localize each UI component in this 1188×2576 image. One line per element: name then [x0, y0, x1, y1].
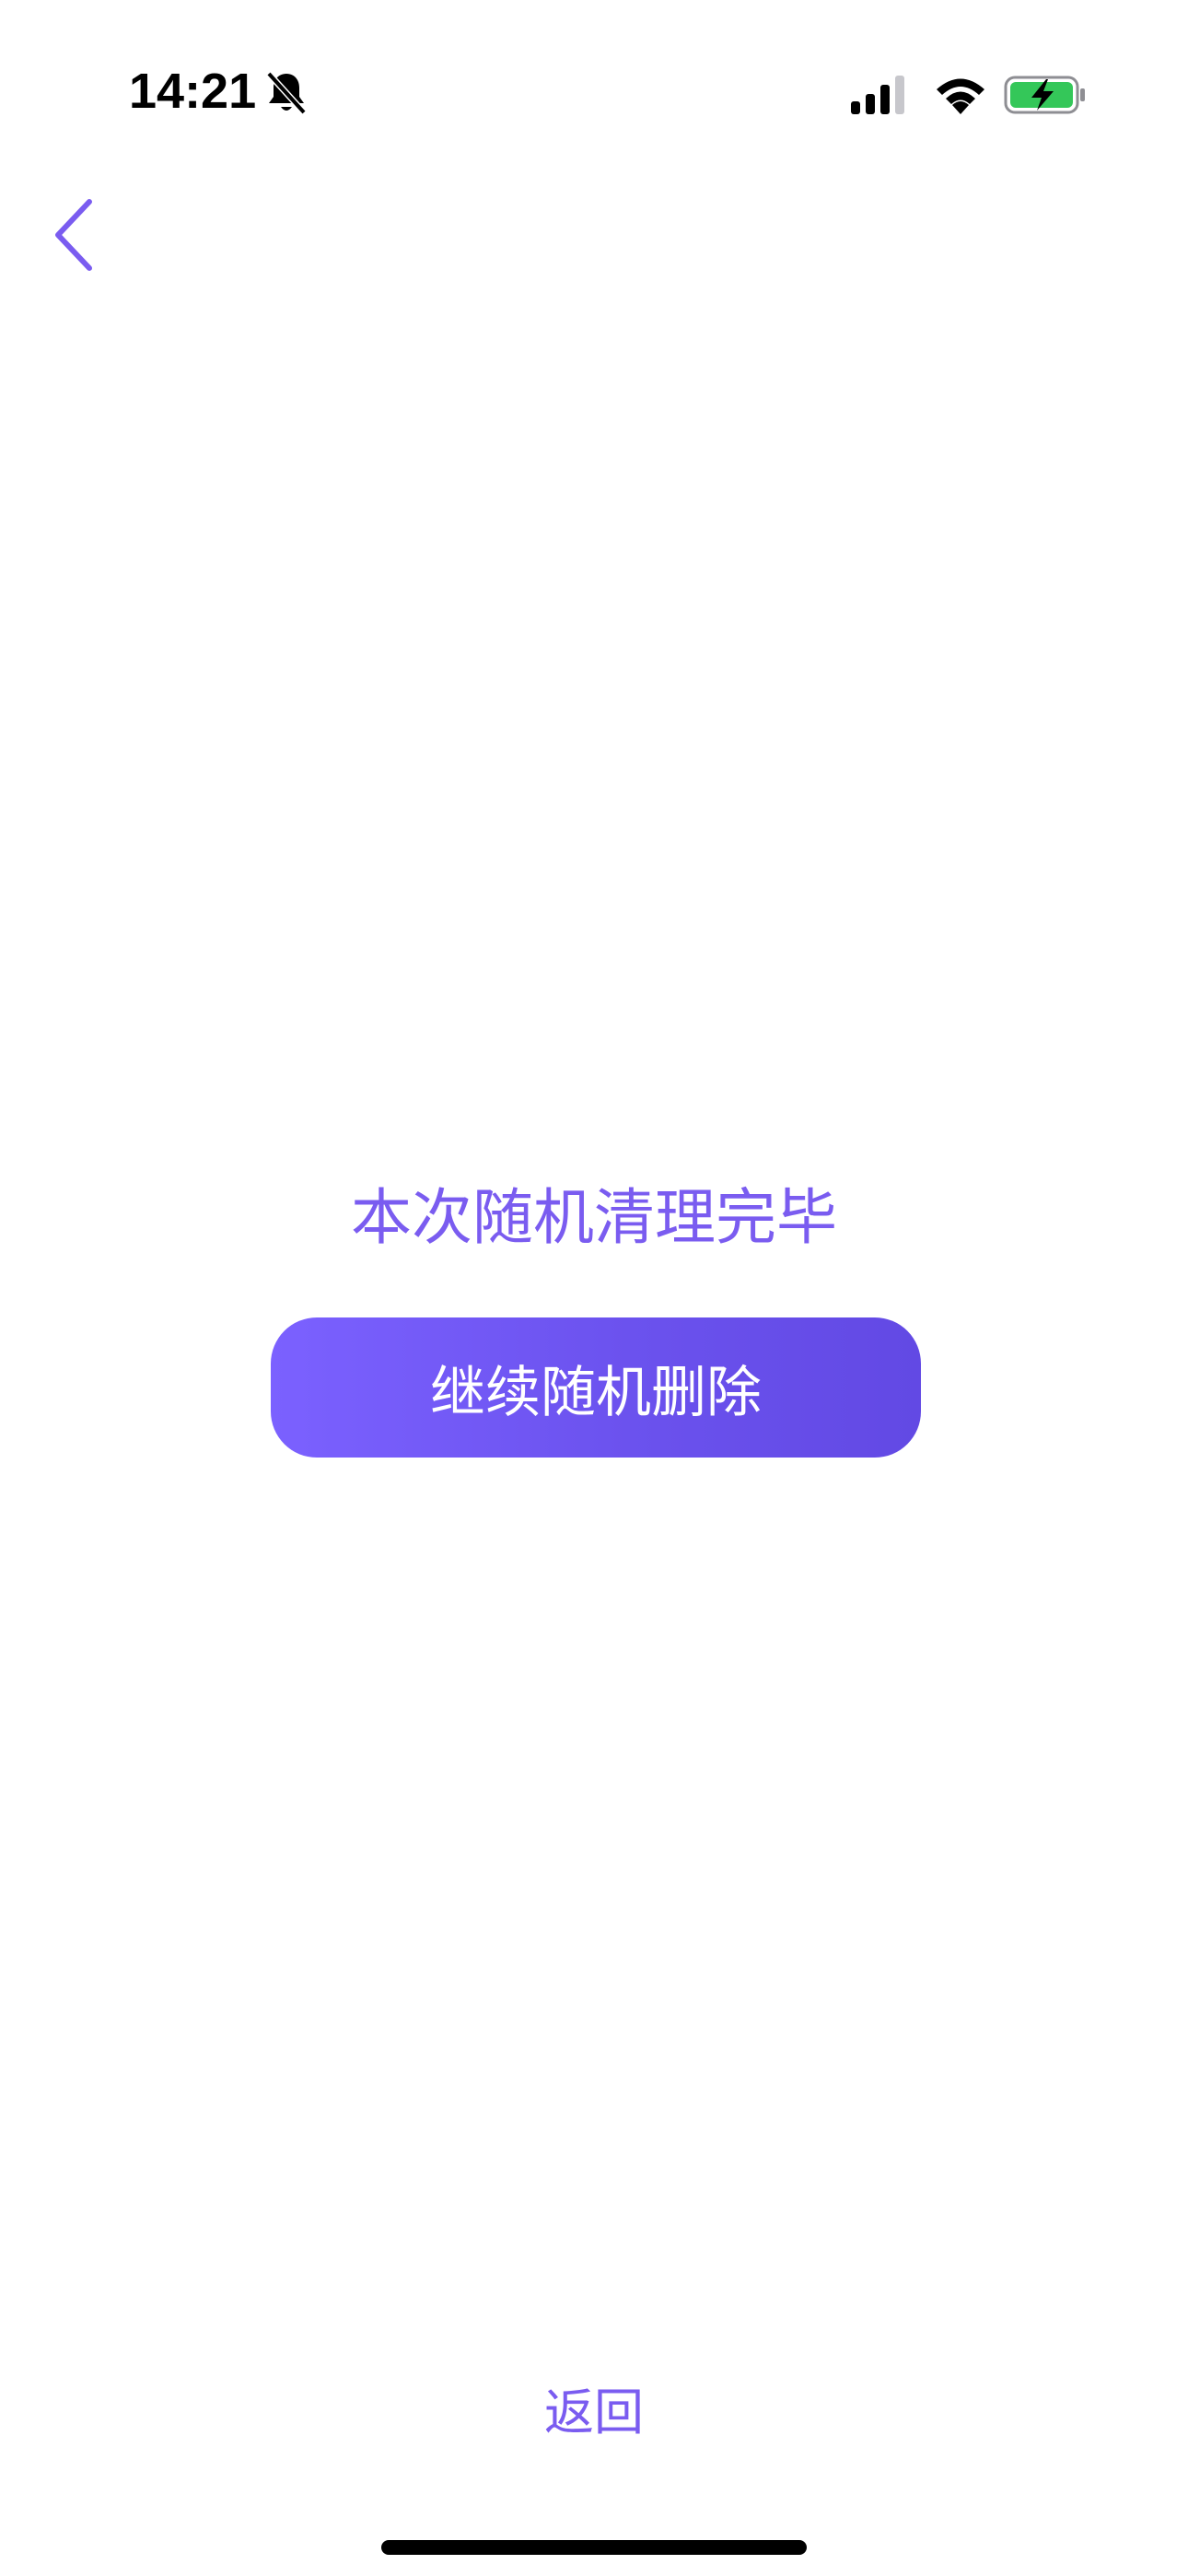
status-bar: 14:21 [0, 0, 1188, 184]
wifi-icon [937, 78, 984, 114]
cellular-signal-icon [851, 76, 904, 114]
status-time: 14:21 [129, 64, 257, 119]
return-link[interactable]: 返回 [0, 2371, 1188, 2444]
cleanup-complete-message: 本次随机清理完毕 [351, 1182, 837, 1253]
battery-charging-icon [1004, 76, 1085, 114]
back-button[interactable] [37, 184, 111, 286]
bell-slash-icon [266, 71, 307, 115]
continue-random-delete-button[interactable]: 继续随机删除 [271, 1317, 921, 1458]
home-indicator [381, 2540, 807, 2555]
chevron-left-icon [55, 199, 92, 271]
